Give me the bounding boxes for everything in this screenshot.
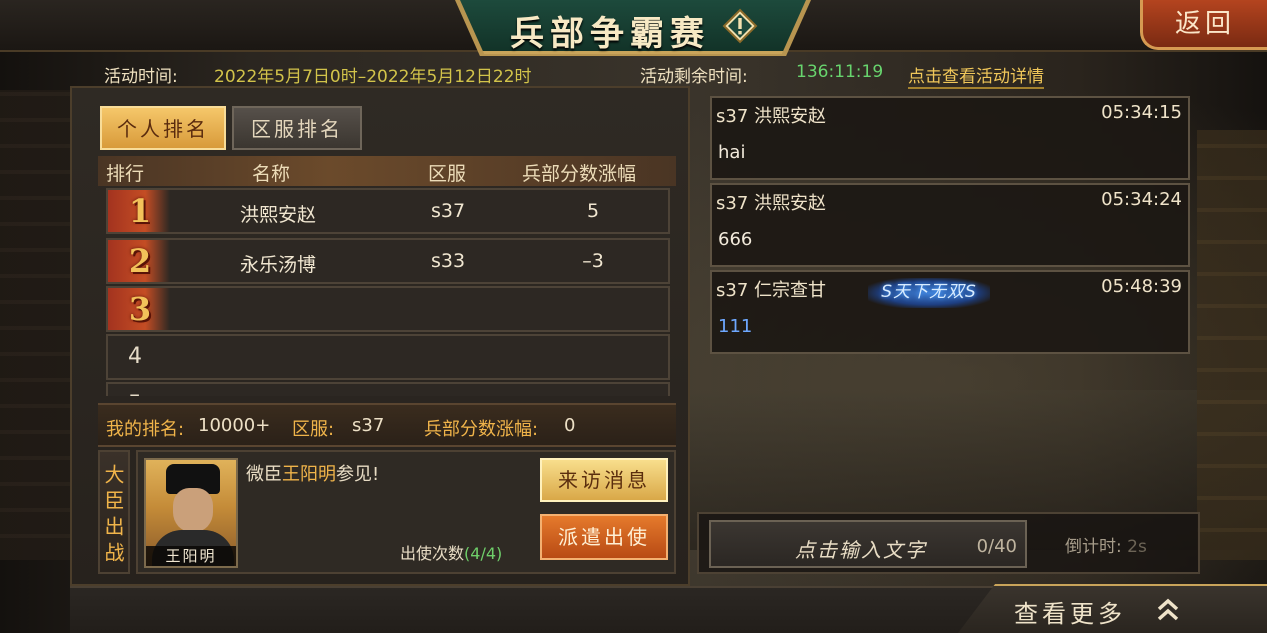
my-rank-bar: 我的排名: 10000+ 区服: s37 兵部分数涨幅: 0 [98,403,676,447]
chat-input-placeholder: 点击输入文字 [795,538,927,562]
chat-input-bar: 点击输入文字 0/40 倒计时: 2s [697,512,1200,574]
dispatch-envoy-button[interactable]: 派遣出使 [540,514,668,560]
my-server-label: 区服: [292,419,335,440]
remaining-time-label: 活动剩余时间: [640,67,748,87]
chat-message[interactable]: s37 洪熙安赵 05:34:24 666 [710,183,1190,267]
chat-time: 05:34:24 [1101,189,1182,210]
exclamation-diamond-icon[interactable] [722,8,758,44]
table-row[interactable]: 3 [106,286,670,332]
my-score-label: 兵部分数涨幅: [424,419,539,440]
chat-text: 111 [718,316,753,337]
chat-message[interactable]: s37 洪熙安赵 05:34:15 hai [710,96,1190,180]
ranking-list[interactable]: 1 洪熙安赵 s37 5 2 永乐汤博 s33 –3 3 4 5 [106,188,670,396]
minister-card: 王阳明 微臣王阳明参见! 出使次数(4/4) 来访消息 派遣出使 [136,450,676,574]
minister-side-label: 大臣出战 [98,450,130,574]
player-name: 永乐汤博 [239,254,316,276]
header-score-change: 兵部分数涨幅 [522,163,637,185]
chat-time: 05:48:39 [1101,276,1182,297]
title-plate: 兵部争霸赛 [460,0,806,54]
tab-personal-ranking[interactable]: 个人排名 [100,106,226,150]
table-row[interactable]: 2 永乐汤博 s33 –3 [106,238,670,284]
chat-text: hai [718,142,746,163]
visit-messages-button[interactable]: 来访消息 [540,458,668,502]
player-name: 洪熙安赵 [239,204,316,226]
activity-time-value: 2022年5月7日0时–2022年5月12日22时 [214,67,532,87]
table-row[interactable]: 4 [106,334,670,380]
header-server: 区服 [428,163,467,185]
chat-sender: s37 仁宗查甘 [716,280,827,301]
page-title: 兵部争霸赛 [510,14,710,54]
chat-sender: s37 洪熙安赵 [716,106,827,127]
rank-badge: 3 [108,288,170,330]
minister-section: 大臣出战 王阳明 微臣王阳明参见! 出使次数(4/4) 来访消息 派遣出使 [98,450,676,574]
remaining-time-value: 136:11:19 [796,62,884,82]
table-row[interactable]: 1 洪熙安赵 s37 5 [106,188,670,234]
my-rank-value: 10000+ [198,415,271,436]
minister-greeting: 微臣王阳明参见! [246,464,380,485]
table-row[interactable]: 5 [106,382,670,396]
dispatch-count: 出使次数(4/4) [400,544,503,563]
background-pillar-left [0,90,70,560]
activity-time-bar: 活动时间: 2022年5月7日0时–2022年5月12日22时 活动剩余时间: … [0,58,1267,89]
my-server-value: s37 [352,415,385,436]
chat-message[interactable]: s37 仁宗查甘 S天下无双S 05:48:39 111 [710,270,1190,354]
header-name: 名称 [252,163,291,185]
rank-number: 4 [128,344,142,369]
ranking-panel: 个人排名 区服排名 排行 名称 区服 兵部分数涨幅 1 洪熙安赵 s37 5 2… [70,86,690,586]
portrait-face [173,488,213,532]
rank-number: 5 [128,392,142,396]
rank-badge: 2 [108,240,170,282]
player-score: 5 [586,200,600,222]
player-score: –3 [582,250,604,272]
back-button[interactable]: 返回 [1140,0,1267,50]
my-rank-label: 我的排名: [106,419,185,440]
double-chevron-up-icon[interactable] [1156,598,1180,622]
header-rank: 排行 [106,163,145,185]
rank-badge: 1 [108,190,170,232]
activity-details-link[interactable]: 点击查看活动详情 [908,62,1044,89]
chat-countdown: 倒计时: 2s [1065,537,1147,557]
activity-time-label: 活动时间: [104,67,178,87]
chat-text: 666 [718,229,753,250]
chat-input[interactable]: 点击输入文字 0/40 [709,520,1027,568]
minister-portrait[interactable]: 王阳明 [144,458,238,568]
player-title-badge: S天下无双S [868,278,990,308]
chat-panel[interactable]: s37 洪熙安赵 05:34:15 hai s37 洪熙安赵 05:34:24 … [710,96,1190,354]
chat-time: 05:34:15 [1101,102,1182,123]
chat-char-count: 0/40 [976,536,1017,557]
my-score-value: 0 [564,415,576,436]
minister-name: 王阳明 [146,546,236,566]
player-server: s37 [430,200,466,222]
tab-server-ranking[interactable]: 区服排名 [232,106,362,150]
background-pillar-right [1197,130,1267,560]
view-more-label[interactable]: 查看更多 [1014,594,1126,629]
chat-sender: s37 洪熙安赵 [716,193,827,214]
ranking-table-header: 排行 名称 区服 兵部分数涨幅 [98,156,676,186]
player-server: s33 [430,250,466,272]
